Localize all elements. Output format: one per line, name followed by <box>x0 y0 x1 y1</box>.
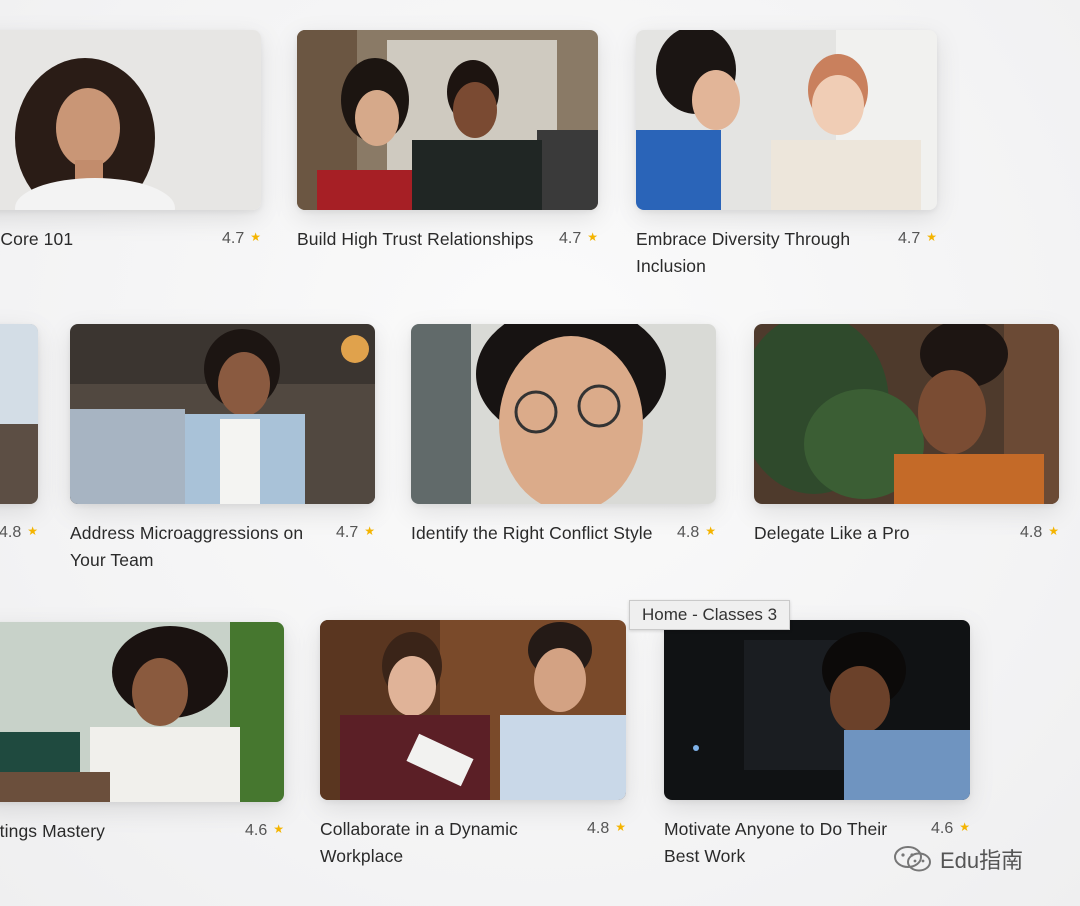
course-grid: ager Core 101 4.7 ★ Build High Trust Rela… <box>0 0 1080 906</box>
tooltip: Home - Classes 3 <box>629 600 791 630</box>
course-thumbnail[interactable] <box>297 30 598 210</box>
course-card[interactable]: Motivate Anyone to Do Their Best Work 4.… <box>664 620 970 870</box>
course-thumbnail[interactable] <box>320 620 626 800</box>
course-thumbnail[interactable] <box>0 622 284 802</box>
course-thumbnail[interactable] <box>0 30 261 210</box>
course-title[interactable]: Build High Trust Relationships <box>297 226 542 253</box>
course-title[interactable]: Address Microaggressions on Your Team <box>70 520 315 574</box>
star-icon: ★ <box>1048 524 1059 538</box>
watermark-text: Edu指南 <box>940 848 1024 873</box>
star-icon: ★ <box>364 524 375 538</box>
rating-value: 4.6 <box>244 822 268 839</box>
course-title[interactable]: Motivate Anyone to Do Their Best Work <box>664 816 909 870</box>
star-icon: ★ <box>959 820 970 834</box>
course-card[interactable]: Collaborate in a Dynamic Workplace 4.8 ★ <box>320 620 626 870</box>
course-thumbnail[interactable] <box>411 324 716 504</box>
course-card[interactable]: 4.8 ★ <box>0 324 38 574</box>
course-rating: 4.8 ★ <box>677 520 716 544</box>
course-title[interactable]: Embrace Diversity Through Inclusion <box>636 226 881 280</box>
rating-value: 4.8 <box>586 820 610 837</box>
course-rating: 4.6 ★ <box>931 816 970 840</box>
course-title[interactable]: eetings Mastery <box>0 818 225 845</box>
rating-value: 4.8 <box>1019 524 1043 541</box>
watermark: Edu指南 <box>892 842 1023 876</box>
course-card[interactable]: Delegate Like a Pro 4.8 ★ <box>754 324 1059 574</box>
star-icon: ★ <box>615 820 626 834</box>
rating-value: 4.7 <box>558 230 582 247</box>
star-icon: ★ <box>273 822 284 836</box>
course-rating: 4.7 ★ <box>222 226 261 250</box>
course-card[interactable]: eetings Mastery 4.6 ★ <box>0 622 284 872</box>
star-icon: ★ <box>926 230 937 244</box>
course-rating: 4.7 ★ <box>559 226 598 250</box>
course-rating: 4.7 ★ <box>898 226 937 250</box>
star-icon: ★ <box>27 524 38 538</box>
course-thumbnail[interactable] <box>70 324 375 504</box>
star-icon: ★ <box>587 230 598 244</box>
rating-value: 4.7 <box>897 230 921 247</box>
course-card[interactable]: Embrace Diversity Through Inclusion 4.7 ★ <box>636 30 937 280</box>
course-thumbnail[interactable] <box>0 324 38 504</box>
course-card[interactable]: ager Core 101 4.7 ★ <box>0 30 261 280</box>
wechat-icon <box>894 846 931 872</box>
course-card[interactable]: Identify the Right Conflict Style 4.8 ★ <box>411 324 716 574</box>
course-rating: 4.7 ★ <box>336 520 375 544</box>
course-title[interactable]: Delegate Like a Pro <box>754 520 999 547</box>
rating-value: 4.7 <box>335 524 359 541</box>
star-icon: ★ <box>250 230 261 244</box>
course-card[interactable]: Address Microaggressions on Your Team 4.… <box>70 324 375 574</box>
course-rating: 4.8 ★ <box>1020 520 1059 544</box>
rating-value: 4.7 <box>221 230 245 247</box>
course-rating: 4.8 ★ <box>587 816 626 840</box>
course-thumbnail[interactable] <box>636 30 937 210</box>
course-card[interactable]: Build High Trust Relationships 4.7 ★ <box>297 30 598 280</box>
rating-value: 4.8 <box>676 524 700 541</box>
course-rating: 4.6 ★ <box>245 818 284 842</box>
course-thumbnail[interactable] <box>754 324 1059 504</box>
course-title[interactable]: ager Core 101 <box>0 226 205 253</box>
course-thumbnail[interactable] <box>664 620 970 800</box>
course-title[interactable]: Collaborate in a Dynamic Workplace <box>320 816 565 870</box>
course-rating: 4.8 ★ <box>0 520 38 544</box>
course-title[interactable]: Identify the Right Conflict Style <box>411 520 656 547</box>
rating-value: 4.8 <box>0 524 22 541</box>
star-icon: ★ <box>705 524 716 538</box>
rating-value: 4.6 <box>930 820 954 837</box>
